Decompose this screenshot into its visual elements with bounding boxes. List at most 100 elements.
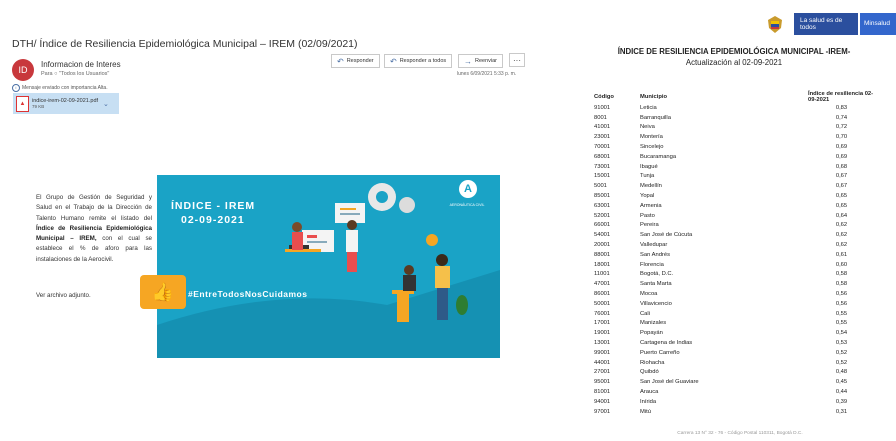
banner-title: ÍNDICE - IREM xyxy=(171,200,256,212)
column-header-municipality: Municipio xyxy=(640,94,668,100)
cell-code: 95001 xyxy=(594,379,611,386)
cell-code: 52001 xyxy=(594,212,611,219)
cell-index: 0,69 xyxy=(835,153,848,160)
table-row: 95001 San José del Guaviare 0,45 xyxy=(590,377,875,387)
cell-municipality: Pereira xyxy=(640,222,659,229)
cell-index: 0,61 xyxy=(835,251,848,258)
cell-municipality: Valledupar xyxy=(640,242,668,249)
table-row: 88001 San Andrés 0,61 xyxy=(590,250,875,260)
reply-button[interactable]: ↶ Responder xyxy=(331,54,380,68)
sender-name[interactable]: Informacion de Interes xyxy=(41,60,121,69)
cell-index: 0,72 xyxy=(835,124,848,131)
column-header-code: Código xyxy=(594,94,614,100)
cell-code: 68001 xyxy=(594,153,611,160)
cell-code: 50001 xyxy=(594,300,611,307)
cell-municipality: Barranquilla xyxy=(640,114,671,121)
thumbs-up-icon: 👍 xyxy=(140,275,186,309)
more-actions-button[interactable]: ··· xyxy=(509,53,525,67)
cell-index: 0,58 xyxy=(835,271,848,278)
importance-text: Mensaje enviado con importancia Alta. xyxy=(22,85,108,91)
cell-index: 0,52 xyxy=(835,349,848,356)
table-row: 66001 Pereira 0,62 xyxy=(590,221,875,231)
cell-municipality: Cartagena de Indias xyxy=(640,340,693,347)
email-subject: DTH/ Índice de Resiliencia Epidemiológic… xyxy=(12,38,358,50)
sender-avatar[interactable]: ID xyxy=(12,59,34,81)
email-closing: Ver archivo adjunto. xyxy=(36,292,91,299)
cell-index: 0,54 xyxy=(835,330,848,337)
table-row: 17001 Manizales 0,55 xyxy=(590,319,875,329)
cell-municipality: Sincelejo xyxy=(640,144,664,151)
cell-code: 94001 xyxy=(594,398,611,405)
attachment-item[interactable]: ▲ indice-irem-02-09-2021.pdf 79 KB ⌄ xyxy=(13,93,119,114)
cell-code: 44001 xyxy=(594,359,611,366)
forward-icon: → xyxy=(464,56,472,66)
cell-index: 0,56 xyxy=(835,300,848,307)
cell-index: 0,62 xyxy=(835,242,848,249)
cell-code: 76001 xyxy=(594,310,611,317)
cell-code: 99001 xyxy=(594,349,611,356)
cell-municipality: San José de Cúcuta xyxy=(640,232,693,239)
table-row: 23001 Montería 0,70 xyxy=(590,132,875,142)
cell-code: 41001 xyxy=(594,124,611,131)
recipient-icon: ○ xyxy=(54,71,58,77)
colombia-coat-of-arms-icon xyxy=(768,16,782,33)
document-title: ÍNDICE DE RESILIENCIA EPIDEMIOLÓGICA MUN… xyxy=(617,47,851,56)
cell-municipality: Tunja xyxy=(640,173,655,180)
email-body: El Grupo de Gestión de Seguridad y Salud… xyxy=(36,193,152,265)
table-row: 52001 Pasto 0,64 xyxy=(590,211,875,221)
cell-index: 0,55 xyxy=(835,320,848,327)
banner-org: AERONÁUTICA CIVIL xyxy=(449,203,485,207)
cell-index: 0,67 xyxy=(835,183,848,190)
recipients-line: Para ○ "Todos los Usuarios" xyxy=(41,71,109,77)
chevron-down-icon[interactable]: ⌄ xyxy=(103,100,109,108)
cell-index: 0,56 xyxy=(835,291,848,298)
cell-municipality: Arauca xyxy=(640,389,659,395)
cell-code: 81001 xyxy=(594,389,611,395)
email-timestamp: lunes 6/09/2021 5:33 p. m. xyxy=(457,71,517,77)
reply-icon: ↶ xyxy=(337,56,344,66)
cell-code: 11001 xyxy=(594,271,610,278)
table-row: 73001 Ibagué 0,68 xyxy=(590,162,875,172)
table-row: 99001 Puerto Carreño 0,52 xyxy=(590,348,875,358)
banner-date: 02-09-2021 xyxy=(181,214,245,226)
cell-municipality: Ibagué xyxy=(640,163,658,170)
cell-code: 73001 xyxy=(594,163,611,170)
cell-municipality: Quibdó xyxy=(640,369,659,376)
cell-index: 0,31 xyxy=(835,408,848,415)
table-row: 8001 Barranquilla 0,74 xyxy=(590,113,875,123)
reply-all-label: Responder a todos xyxy=(399,58,447,64)
cell-municipality: Santa Marta xyxy=(640,281,672,288)
attachment-size: 79 KB xyxy=(32,104,45,109)
cell-municipality: Puerto Carreño xyxy=(640,349,680,356)
table-row: 85001 Yopal 0,65 xyxy=(590,191,875,201)
reply-all-button[interactable]: ↶ Responder a todos xyxy=(384,54,453,68)
aerocivil-logo-icon: A xyxy=(459,180,477,198)
table-row: 18001 Florencia 0,60 xyxy=(590,260,875,270)
cell-municipality: Bucaramanga xyxy=(640,153,677,160)
cell-index: 0,70 xyxy=(835,134,848,141)
cell-code: 63001 xyxy=(594,202,611,209)
recipients[interactable]: "Todos los Usuarios" xyxy=(59,71,109,77)
cell-code: 15001 xyxy=(594,173,611,180)
cell-municipality: Mitú xyxy=(640,408,651,415)
forward-label: Reenviar xyxy=(475,58,498,64)
minsalud-logo: Minsalud xyxy=(860,13,896,35)
cell-municipality: Cali xyxy=(640,310,650,317)
table-row: 5001 Medellín 0,67 xyxy=(590,181,875,191)
cell-municipality: San José del Guaviare xyxy=(640,379,699,386)
cell-index: 0,39 xyxy=(835,398,848,405)
table-row: 20001 Valledupar 0,62 xyxy=(590,240,875,250)
info-icon: i xyxy=(12,84,20,92)
cell-index: 0,65 xyxy=(835,193,848,200)
table-row: 91001 Leticia 0,83 xyxy=(590,103,875,113)
salud-logo: La salud es de todos xyxy=(794,13,858,35)
column-header-index: Índice de resiliencia 02-09-2021 xyxy=(808,91,874,103)
table-row: 70001 Sincelejo 0,69 xyxy=(590,142,875,152)
cell-municipality: Manizales xyxy=(640,320,667,327)
cell-code: 18001 xyxy=(594,261,611,268)
reply-all-icon: ↶ xyxy=(390,56,397,66)
forward-button[interactable]: → Reenviar xyxy=(458,54,504,68)
cell-municipality: Pasto xyxy=(640,212,655,219)
cell-code: 88001 xyxy=(594,251,611,258)
cell-municipality: Florencia xyxy=(640,261,664,268)
